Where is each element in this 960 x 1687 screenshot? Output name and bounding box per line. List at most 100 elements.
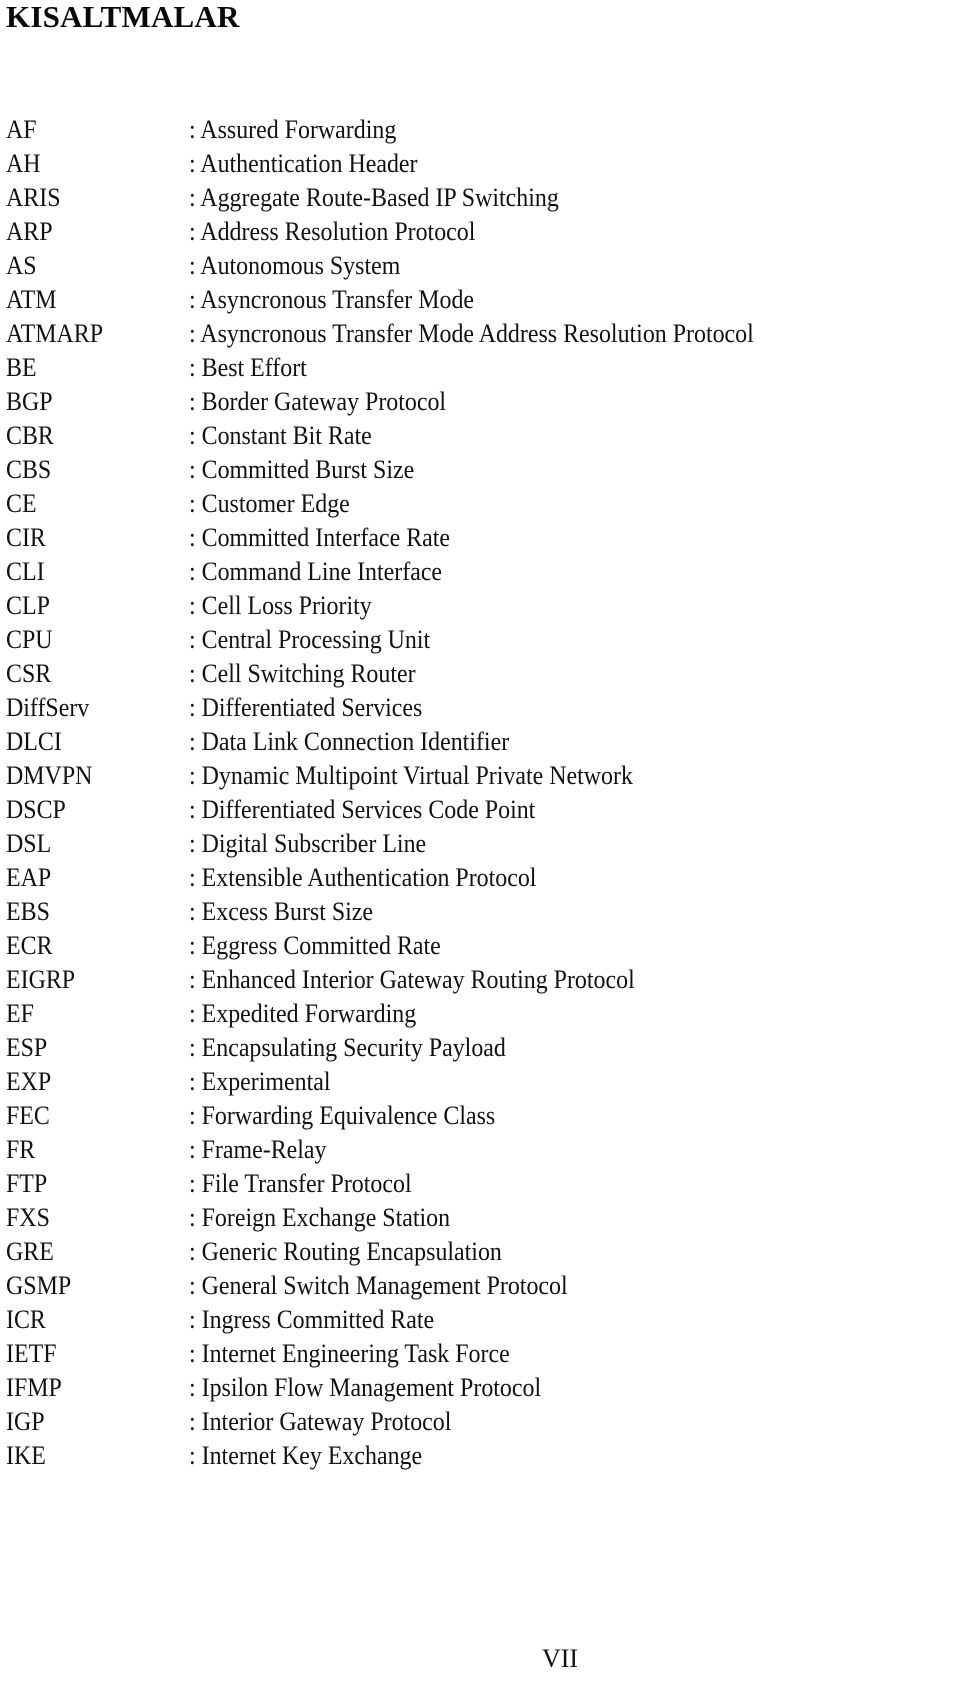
abbreviation-term: DLCI xyxy=(6,727,62,756)
abbreviation-term: IGP xyxy=(6,1407,45,1436)
abbreviation-term: CBS xyxy=(6,455,52,484)
abbreviation-row: IFMP : Ipsilon Flow Management Protocol xyxy=(0,1371,960,1405)
abbreviation-definition: : Dynamic Multipoint Virtual Private Net… xyxy=(189,761,633,790)
abbreviation-term: GSMP xyxy=(6,1271,72,1300)
abbreviation-term: AH xyxy=(6,149,41,178)
abbreviation-definition: : Generic Routing Encapsulation xyxy=(189,1237,502,1266)
abbreviation-row: EAP: Extensible Authentication Protocol xyxy=(0,861,960,895)
abbreviation-definition: : Asyncronous Transfer Mode xyxy=(189,285,475,314)
abbreviation-row: CLI : Command Line Interface xyxy=(0,555,960,589)
abbreviation-term: CSR xyxy=(6,659,52,688)
abbreviation-definition: : Forwarding Equivalence Class xyxy=(189,1101,496,1130)
abbreviation-row: FXS: Foreign Exchange Station xyxy=(0,1201,960,1235)
abbreviation-row: FEC : Forwarding Equivalence Class xyxy=(0,1099,960,1133)
abbreviation-term: FTP xyxy=(6,1169,48,1198)
abbreviation-definition: : Eggress Committed Rate xyxy=(189,931,441,960)
abbreviation-row: IGP : Interior Gateway Protocol xyxy=(0,1405,960,1439)
abbreviation-definition: : Autonomous System xyxy=(189,251,401,280)
abbreviation-term: EIGRP xyxy=(6,965,76,994)
abbreviation-row: IETF: Internet Engineering Task Force xyxy=(0,1337,960,1371)
abbreviation-row: DiffServ: Differentiated Services xyxy=(0,691,960,725)
abbreviation-row: ICR : Ingress Committed Rate xyxy=(0,1303,960,1337)
abbreviation-term: EBS xyxy=(6,897,50,926)
abbreviation-row: EBS : Excess Burst Size xyxy=(0,895,960,929)
abbreviation-definition: : Experimental xyxy=(189,1067,331,1096)
abbreviation-row: AS : Autonomous System xyxy=(0,249,960,283)
abbreviation-row: CBR : Constant Bit Rate xyxy=(0,419,960,453)
abbreviation-term: FXS xyxy=(6,1203,50,1232)
abbreviation-definition: : General Switch Management Protocol xyxy=(189,1271,568,1300)
abbreviation-row: DSCP: Differentiated Services Code Point xyxy=(0,793,960,827)
abbreviation-definition: : Authentication Header xyxy=(189,149,418,178)
abbreviation-term: CLI xyxy=(6,557,45,586)
abbreviation-row: GRE : Generic Routing Encapsulation xyxy=(0,1235,960,1269)
abbreviation-definition: : Command Line Interface xyxy=(189,557,443,586)
abbreviation-row: DSL: Digital Subscriber Line xyxy=(0,827,960,861)
abbreviation-term: ESP xyxy=(6,1033,48,1062)
abbreviation-row: ECR: Eggress Committed Rate xyxy=(0,929,960,963)
abbreviation-row: ESP : Encapsulating Security Payload xyxy=(0,1031,960,1065)
abbreviation-definition: : Excess Burst Size xyxy=(189,897,374,926)
abbreviation-term: ATM xyxy=(6,285,57,314)
abbreviation-row: ATM : Asyncronous Transfer Mode xyxy=(0,283,960,317)
abbreviation-row: BGP: Border Gateway Protocol xyxy=(0,385,960,419)
abbreviation-definition: : Frame-Relay xyxy=(189,1135,327,1164)
abbreviation-row: CIR : Committed Interface Rate xyxy=(0,521,960,555)
abbreviation-definition: : Central Processing Unit xyxy=(189,625,431,654)
abbreviation-term: GRE xyxy=(6,1237,54,1266)
abbreviation-definition: : Assured Forwarding xyxy=(189,115,397,144)
abbreviation-row: IKE: Internet Key Exchange xyxy=(0,1439,960,1473)
abbreviation-row: EXP : Experimental xyxy=(0,1065,960,1099)
abbreviation-row: AF : Assured Forwarding xyxy=(0,113,960,147)
abbreviation-row: EF : Expedited Forwarding xyxy=(0,997,960,1031)
abbreviation-term: FEC xyxy=(6,1101,50,1130)
abbreviation-definition: : Border Gateway Protocol xyxy=(189,387,447,416)
abbreviation-list: AF : Assured Forwarding AH : Authentication… xyxy=(0,113,960,1473)
abbreviation-definition: : Committed Interface Rate xyxy=(189,523,451,552)
abbreviation-term: ATMARP xyxy=(6,319,104,348)
abbreviation-definition: : Digital Subscriber Line xyxy=(189,829,427,858)
abbreviation-term: FR xyxy=(6,1135,36,1164)
abbreviation-term: EF xyxy=(6,999,34,1028)
abbreviation-row: DLCI: Data Link Connection Identifier xyxy=(0,725,960,759)
page-title: KISALTMALAR xyxy=(6,0,240,34)
abbreviation-term: DMVPN xyxy=(6,761,93,790)
abbreviation-term: CBR xyxy=(6,421,54,450)
abbreviation-term: AS xyxy=(6,251,37,280)
abbreviation-definition: : Ingress Committed Rate xyxy=(189,1305,435,1334)
abbreviation-definition: : File Transfer Protocol xyxy=(189,1169,412,1198)
abbreviation-definition: : Cell Loss Priority xyxy=(189,591,372,620)
abbreviation-row: CLP : Cell Loss Priority xyxy=(0,589,960,623)
abbreviation-row: CPU: Central Processing Unit xyxy=(0,623,960,657)
abbreviation-term: BE xyxy=(6,353,37,382)
abbreviation-definition: : Encapsulating Security Payload xyxy=(189,1033,506,1062)
abbreviation-row: BE : Best Effort xyxy=(0,351,960,385)
abbreviation-definition: : Constant Bit Rate xyxy=(189,421,372,450)
abbreviation-term: DSCP xyxy=(6,795,66,824)
abbreviation-definition: : Ipsilon Flow Management Protocol xyxy=(189,1373,542,1402)
abbreviation-definition: : Interior Gateway Protocol xyxy=(189,1407,452,1436)
abbreviation-definition: : Extensible Authentication Protocol xyxy=(189,863,537,892)
abbreviation-row: FTP : File Transfer Protocol xyxy=(0,1167,960,1201)
abbreviation-definition: : Expedited Forwarding xyxy=(189,999,417,1028)
abbreviation-row: CSR : Cell Switching Router xyxy=(0,657,960,691)
abbreviation-row: CE: Customer Edge xyxy=(0,487,960,521)
abbreviation-definition: : Enhanced Interior Gateway Routing Prot… xyxy=(189,965,635,994)
abbreviation-term: AF xyxy=(6,115,37,144)
abbreviation-term: CIR xyxy=(6,523,46,552)
abbreviation-term: IFMP xyxy=(6,1373,62,1402)
abbreviation-term: CE xyxy=(6,489,37,518)
abbreviation-row: CBS : Committed Burst Size xyxy=(0,453,960,487)
abbreviation-definition: : Asyncronous Transfer Mode Address Reso… xyxy=(189,319,754,348)
abbreviation-definition: : Aggregate Route-Based IP Switching xyxy=(189,183,559,212)
abbreviation-definition: : Address Resolution Protocol xyxy=(189,217,476,246)
abbreviation-term: ICR xyxy=(6,1305,46,1334)
abbreviation-definition: : Committed Burst Size xyxy=(189,455,415,484)
abbreviation-term: EXP xyxy=(6,1067,52,1096)
abbreviation-definition: : Cell Switching Router xyxy=(189,659,416,688)
abbreviation-definition: : Best Effort xyxy=(189,353,307,382)
abbreviation-term: ARP xyxy=(6,217,53,246)
abbreviation-row: ATMARP : Asyncronous Transfer Mode Addres… xyxy=(0,317,960,351)
abbreviation-term: CLP xyxy=(6,591,50,620)
abbreviation-row: DMVPN : Dynamic Multipoint Virtual Privat… xyxy=(0,759,960,793)
